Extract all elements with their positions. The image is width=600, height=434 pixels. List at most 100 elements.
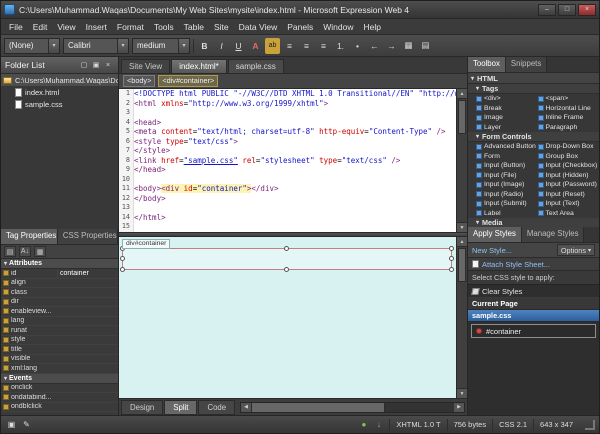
section-attributes[interactable]: ▾Attributes	[1, 259, 118, 269]
font-dropdown[interactable]: Calibri ▾	[63, 38, 129, 54]
scroll-right-icon[interactable]: ▶	[454, 403, 464, 412]
close-button[interactable]: ×	[578, 4, 596, 16]
font-color-icon[interactable]: A	[248, 38, 263, 54]
toolbox-item-label[interactable]: Label	[476, 209, 538, 219]
view-tab-code[interactable]: Code	[198, 400, 235, 415]
new-folder-icon[interactable]: ▣	[90, 59, 102, 71]
tab-site-view[interactable]: Site View	[121, 59, 170, 73]
property-lang[interactable]: lang	[1, 317, 118, 327]
toolbox-item-text-area[interactable]: Text Area	[538, 209, 600, 219]
design-element-tab[interactable]: div#container	[122, 239, 170, 249]
close-icon[interactable]: ×	[102, 59, 114, 71]
menu-view[interactable]: View	[52, 21, 80, 33]
tab-css-properties[interactable]: CSS Properties	[58, 229, 118, 244]
menu-format[interactable]: Format	[112, 21, 149, 33]
new-style-link[interactable]: New Style...	[472, 246, 512, 255]
new-page-icon[interactable]: ▢	[78, 59, 90, 71]
toolbox-item-input-file[interactable]: Input (File)	[476, 171, 538, 181]
toolbox-item-break[interactable]: Break	[476, 104, 538, 114]
site-root-folder[interactable]: C:\Users\Muhammad.Waqas\Documents\M	[1, 74, 118, 86]
maximize-button[interactable]: □	[558, 4, 576, 16]
tab-toolbox[interactable]: Toolbox	[468, 57, 506, 72]
property-style[interactable]: style	[1, 336, 118, 346]
toolbox-item-group-box[interactable]: Group Box	[538, 152, 600, 162]
property-id[interactable]: idcontainer	[1, 269, 118, 279]
property-ondblclick[interactable]: ondblclick	[1, 403, 118, 413]
resize-handle[interactable]	[449, 246, 454, 251]
file-index-html[interactable]: index.html	[1, 86, 118, 98]
align-left-icon[interactable]: ≡	[282, 38, 297, 54]
toolbox-item-input-checkbox[interactable]: Input (Checkbox)	[538, 161, 600, 171]
horizontal-scrollbar[interactable]: ◀ ▶	[240, 402, 465, 413]
italic-icon[interactable]: I	[214, 38, 229, 54]
tab-apply-styles[interactable]: Apply Styles	[468, 227, 522, 242]
align-center-icon[interactable]: ≡	[299, 38, 314, 54]
property-align[interactable]: align	[1, 279, 118, 289]
resize-handle[interactable]	[120, 267, 125, 272]
outdent-icon[interactable]: ←	[367, 38, 382, 54]
scroll-up-icon[interactable]: ▲	[457, 89, 467, 99]
toolbox-item-layer[interactable]: Layer	[476, 123, 538, 133]
menu-data-view[interactable]: Data View	[234, 21, 283, 33]
categorized-icon[interactable]: ▤	[4, 246, 16, 257]
toolbox-item-advanced-button[interactable]: Advanced Button	[476, 142, 538, 152]
toolbox-item-image[interactable]: Image	[476, 113, 538, 123]
property-xml-lang[interactable]: xml:lang	[1, 364, 118, 374]
section-events[interactable]: ▾Events	[1, 374, 118, 384]
menu-panels[interactable]: Panels	[282, 21, 318, 33]
minimize-button[interactable]: –	[538, 4, 556, 16]
toolbox-section-media[interactable]: ▾Media	[468, 218, 599, 227]
compatibility-icon[interactable]: ●	[357, 418, 370, 431]
font-size-dropdown[interactable]: medium ▾	[132, 38, 190, 54]
toolbox-item-div[interactable]: <div>	[476, 94, 538, 104]
toolbox-item-input-submit[interactable]: Input (Submit)	[476, 199, 538, 209]
property-onclick[interactable]: onclick	[1, 384, 118, 394]
toolbox-item-input-reset[interactable]: Input (Reset)	[538, 190, 600, 200]
tab-snippets[interactable]: Snippets	[506, 57, 547, 72]
property-visible[interactable]: visible	[1, 355, 118, 365]
align-right-icon[interactable]: ≡	[316, 38, 331, 54]
tab-index-html[interactable]: index.html*	[171, 59, 227, 73]
toolbox-item-input-image[interactable]: Input (Image)	[476, 180, 538, 190]
code-view[interactable]: 1<!DOCTYPE html PUBLIC "-//W3C//DTD XHTM…	[119, 89, 467, 232]
design-view[interactable]: div#container ▲ ▼	[119, 237, 467, 398]
resize-handle[interactable]	[449, 267, 454, 272]
scroll-up-icon[interactable]: ▲	[457, 237, 467, 247]
tab-sample-css[interactable]: sample.css	[228, 59, 284, 73]
resize-handle[interactable]	[449, 256, 454, 261]
style-container[interactable]: #container	[471, 324, 596, 338]
resize-handle[interactable]	[284, 267, 289, 272]
breadcrumb-chip-div-container[interactable]: <div#container>	[158, 75, 218, 87]
download-icon[interactable]: ↓	[372, 418, 385, 431]
bold-icon[interactable]: B	[197, 38, 212, 54]
highlight-icon[interactable]: ab	[265, 38, 280, 54]
toolbox-item-drop-down-box[interactable]: Drop-Down Box	[538, 142, 600, 152]
visual-aids-icon[interactable]: ▣	[5, 418, 18, 431]
menu-file[interactable]: File	[4, 21, 28, 33]
toolbox-item-input-hidden[interactable]: Input (Hidden)	[538, 171, 600, 181]
resize-grip[interactable]	[585, 420, 595, 430]
bullet-list-icon[interactable]: •	[350, 38, 365, 54]
property-dir[interactable]: dir	[1, 298, 118, 308]
menu-edit[interactable]: Edit	[28, 21, 53, 33]
menu-insert[interactable]: Insert	[81, 21, 112, 33]
borders-icon[interactable]: ▦	[401, 38, 416, 54]
view-tab-split[interactable]: Split	[164, 400, 197, 415]
file-sample-css[interactable]: sample.css	[1, 98, 118, 110]
toolbox-item-paragraph[interactable]: Paragraph	[538, 123, 600, 133]
attach-stylesheet-link[interactable]: Attach Style Sheet...	[482, 260, 550, 269]
code-editor[interactable]: 1<!DOCTYPE html PUBLIC "-//W3C//DTD XHTM…	[119, 89, 456, 232]
toolbox-item-horizontal-line[interactable]: Horizontal Line	[538, 104, 600, 114]
menu-tools[interactable]: Tools	[149, 21, 179, 33]
resize-handle[interactable]	[120, 256, 125, 261]
resize-handle[interactable]	[284, 246, 289, 251]
toolbox-item-input-radio[interactable]: Input (Radio)	[476, 190, 538, 200]
underline-icon[interactable]: U	[231, 38, 246, 54]
tab-tag-properties[interactable]: Tag Properties	[1, 229, 58, 244]
design-vertical-scrollbar[interactable]: ▲ ▼	[456, 237, 467, 398]
options-button[interactable]: Options ▾	[557, 244, 595, 256]
toolbox-section-form-controls[interactable]: ▾Form Controls	[468, 132, 599, 142]
menu-table[interactable]: Table	[179, 21, 209, 33]
tab-manage-styles[interactable]: Manage Styles	[522, 227, 585, 242]
toolbox-item-form[interactable]: Form	[476, 152, 538, 162]
